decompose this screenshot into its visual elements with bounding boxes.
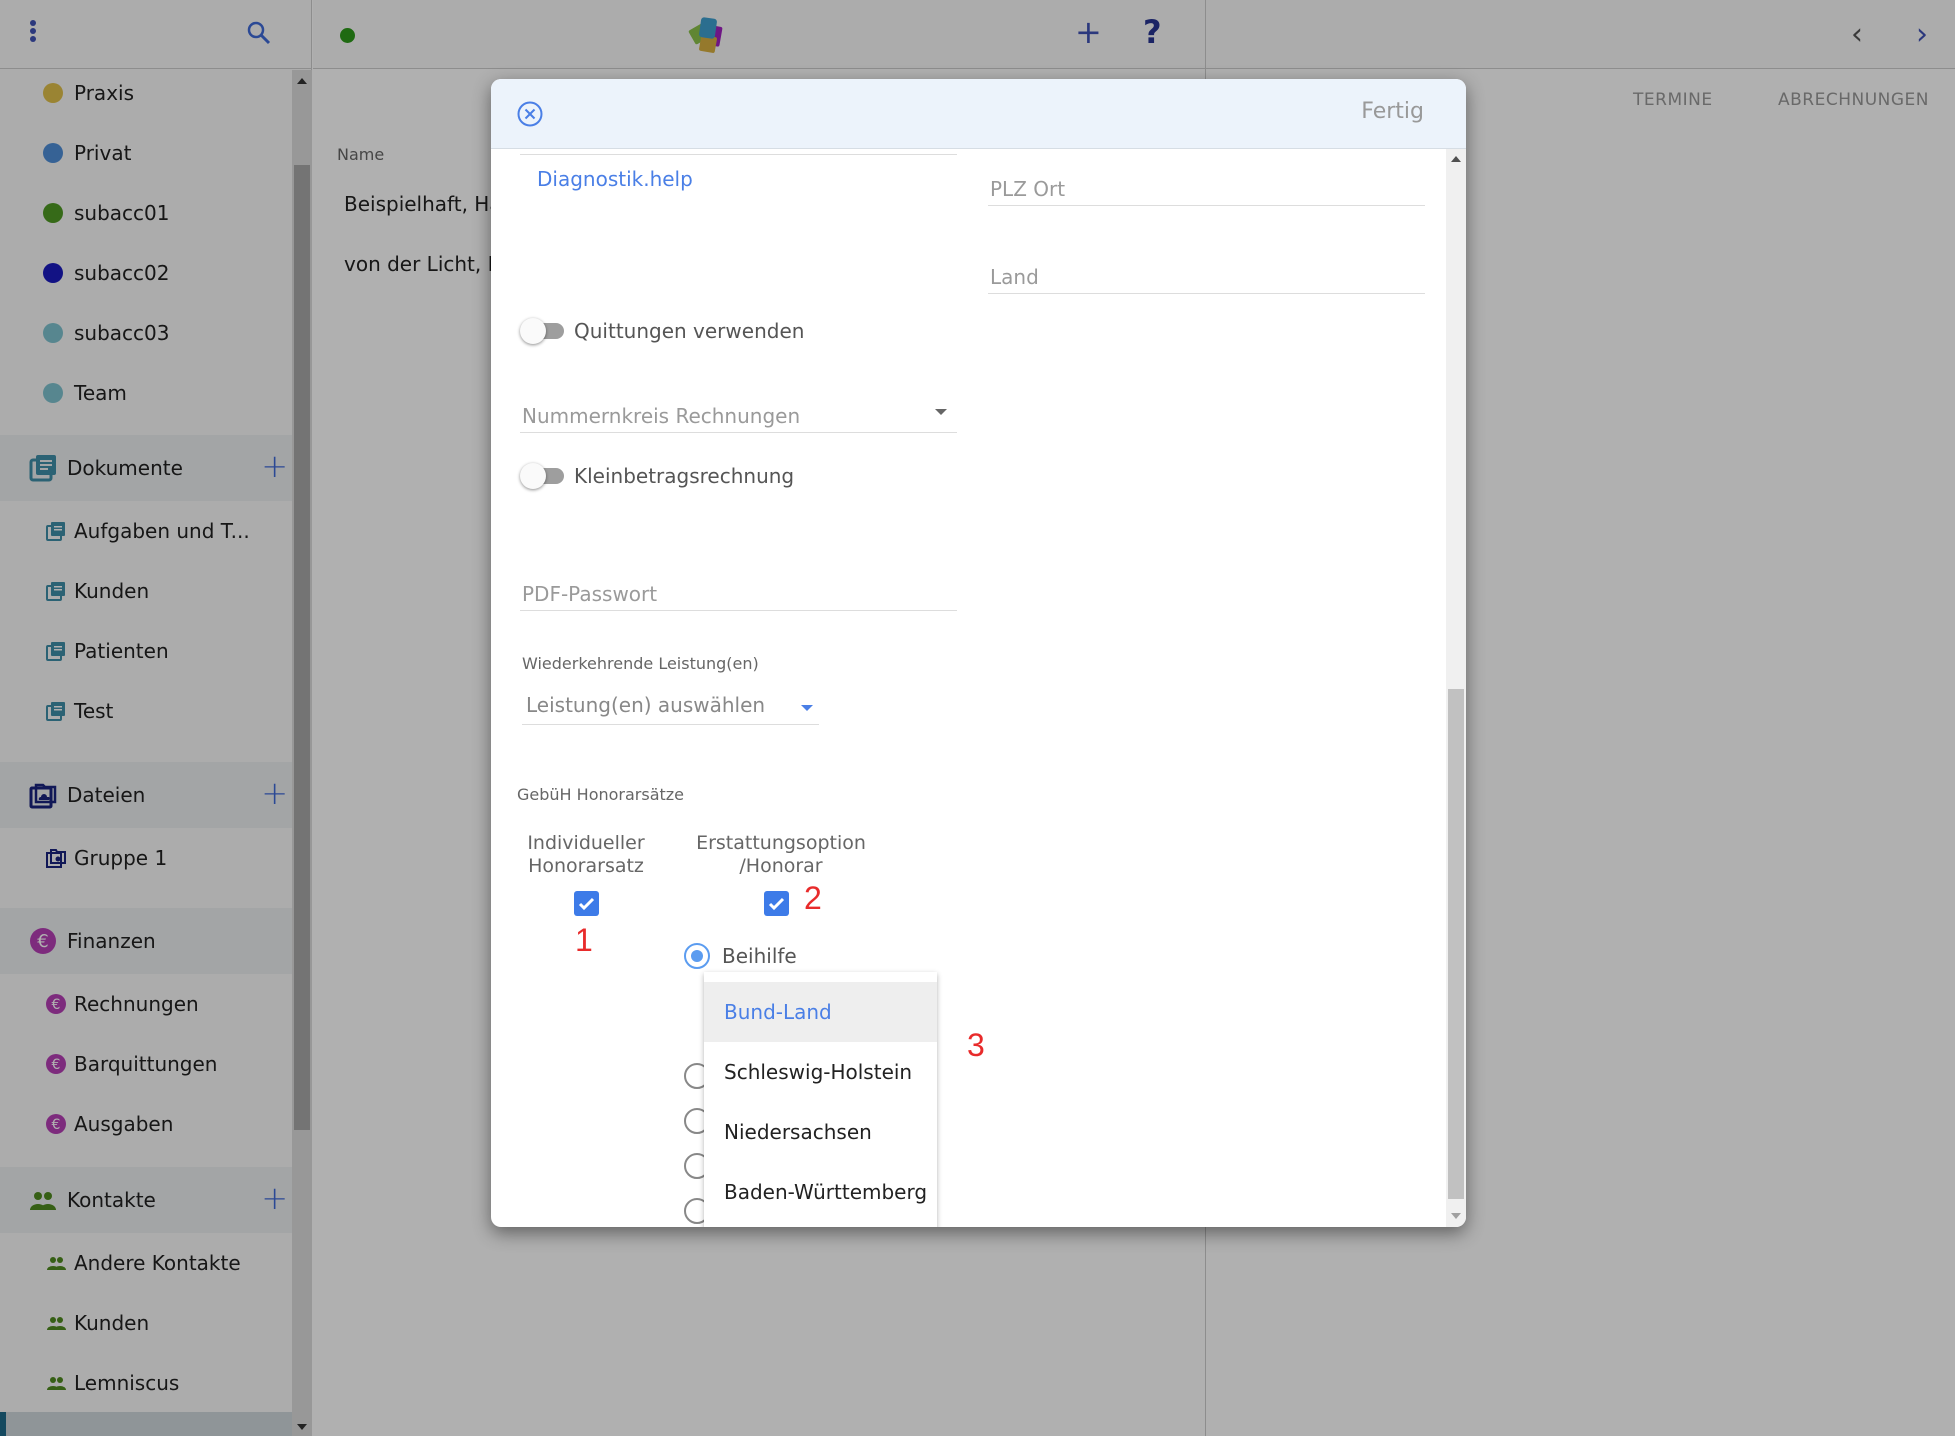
dialog-header: Fertig — [491, 79, 1466, 149]
header-line: /Honorar — [739, 855, 823, 877]
reimbursement-option-header: Erstattungsoption /Honorar — [691, 832, 871, 878]
chevron-down-icon — [801, 705, 813, 711]
receipts-toggle-label: Quittungen verwenden — [574, 319, 805, 343]
header-line: Honorarsatz — [528, 855, 644, 877]
dialog-scrollbar[interactable] — [1446, 149, 1466, 1227]
receipts-toggle[interactable] — [520, 318, 566, 344]
reimbursement-option-checkbox[interactable] — [764, 891, 789, 916]
number-range-placeholder: Nummernkreis Rechnungen — [522, 404, 801, 428]
radio-beihilfe[interactable] — [684, 943, 710, 969]
scroll-up-arrow-icon[interactable] — [1451, 156, 1461, 162]
dropdown-option[interactable]: Niedersachsen — [704, 1102, 937, 1162]
diagnostik-link[interactable]: Diagnostik.help — [537, 167, 693, 191]
close-icon[interactable] — [517, 101, 543, 127]
annotation-1: 1 — [575, 922, 593, 958]
number-range-select[interactable]: Nummernkreis Rechnungen — [520, 394, 957, 433]
radio-beihilfe-label: Beihilfe — [722, 944, 797, 968]
header-line: Individueller — [527, 832, 645, 854]
done-button[interactable]: Fertig — [1361, 99, 1424, 124]
goae-section-label: GebüH Honorarsätze — [517, 785, 685, 804]
recurring-services-placeholder: Leistung(en) auswählen — [526, 693, 766, 717]
chevron-down-icon — [935, 409, 947, 415]
beihilfe-dropdown-menu: Bund-Land Schleswig-Holstein Niedersachs… — [704, 972, 937, 1227]
pdf-password-placeholder: PDF-Passwort — [522, 582, 658, 606]
country-placeholder: Land — [990, 265, 1039, 289]
pdf-password-input[interactable]: PDF-Passwort — [520, 571, 957, 611]
small-invoice-toggle-label: Kleinbetragsrechnung — [574, 464, 795, 488]
postal-city-input[interactable]: PLZ Ort — [988, 169, 1425, 206]
dropdown-option[interactable]: Bund-Land — [704, 982, 937, 1042]
postal-city-placeholder: PLZ Ort — [990, 177, 1066, 201]
country-input[interactable]: Land — [988, 257, 1425, 294]
recurring-services-select[interactable]: Leistung(en) auswählen — [522, 691, 819, 725]
dropdown-option[interactable]: Baden-Württemberg — [704, 1162, 937, 1222]
annotation-2: 2 — [804, 880, 822, 916]
recurring-services-label: Wiederkehrende Leistung(en) — [522, 654, 759, 673]
dialog-body: Diagnostik.help Quittungen verwenden Num… — [491, 149, 1446, 1227]
field-underline — [520, 154, 957, 155]
individual-rate-header: Individueller Honorarsatz — [521, 832, 651, 878]
small-invoice-toggle[interactable] — [520, 463, 566, 489]
settings-dialog: Fertig Diagnostik.help Quittungen verwen… — [491, 79, 1466, 1227]
individual-rate-checkbox[interactable] — [574, 891, 599, 916]
annotation-3: 3 — [967, 1027, 985, 1063]
scrollbar-thumb[interactable] — [1448, 689, 1464, 1199]
dropdown-option[interactable]: Schleswig-Holstein — [704, 1042, 937, 1102]
scroll-down-arrow-icon[interactable] — [1451, 1213, 1461, 1219]
header-line: Erstattungsoption — [696, 832, 866, 854]
